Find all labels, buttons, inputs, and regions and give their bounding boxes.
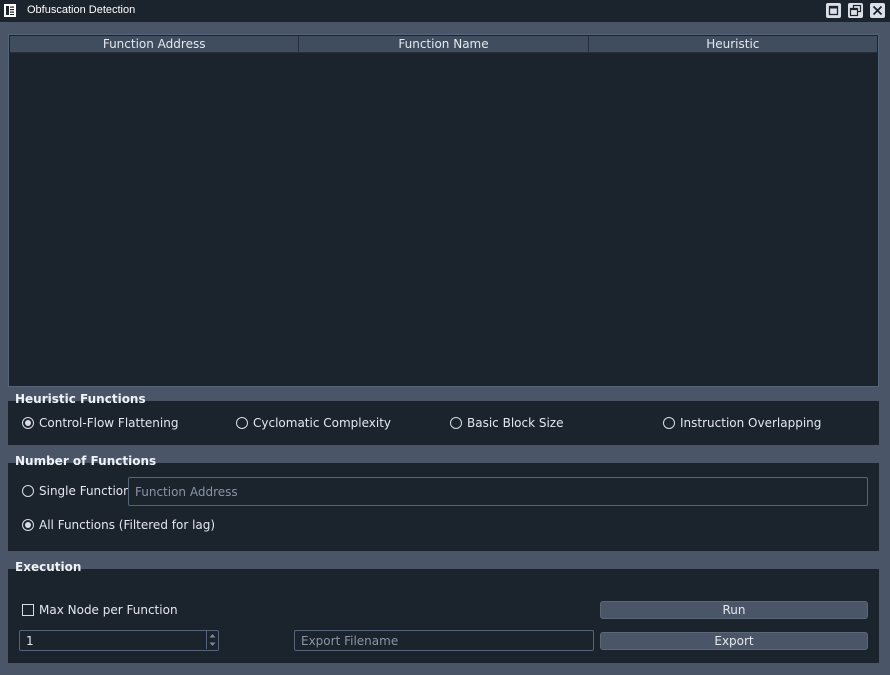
max-node-label: Max Node per Function [39,603,178,617]
radio-label: Basic Block Size [467,416,564,430]
heuristic-functions-title: Heuristic Functions [15,392,146,406]
run-button[interactable]: Run [600,601,868,619]
function-address-input[interactable] [128,477,868,506]
radio-label: Single Function [39,484,131,498]
maximize-button[interactable] [826,3,841,18]
close-button[interactable] [870,3,885,18]
export-filename-input[interactable] [294,630,594,651]
radio-instruction-overlapping[interactable]: Instruction Overlapping [663,416,821,430]
radio-single-function[interactable]: Single Function [22,484,131,498]
radio-label: All Functions (Filtered for lag) [39,518,216,532]
radio-basic-block-size[interactable]: Basic Block Size [450,416,564,430]
radio-label: Instruction Overlapping [680,416,822,430]
max-node-checkbox[interactable]: Max Node per Function [22,603,178,617]
radio-indicator [663,417,675,429]
restore-button[interactable] [848,3,863,18]
execution-title: Execution [15,560,82,574]
column-header-function-name[interactable]: Function Name [299,36,589,53]
title-bar: Obfuscation Detection [0,0,890,22]
radio-indicator [22,519,34,531]
number-of-functions-title: Number of Functions [15,454,157,468]
maximize-icon [828,5,839,16]
window-title: Obfuscation Detection [27,4,136,16]
table-header: Function Address Function Name Heuristic [10,36,877,53]
spin-up-icon[interactable] [207,631,218,640]
radio-all-functions[interactable]: All Functions (Filtered for lag) [22,518,215,532]
close-icon [872,5,883,16]
max-node-value-input[interactable] [19,630,219,651]
spin-arrows [206,631,218,649]
restore-icon [849,4,862,17]
app-icon [4,4,16,17]
radio-indicator [236,417,248,429]
column-header-heuristic[interactable]: Heuristic [588,36,877,53]
radio-cyclomatic-complexity[interactable]: Cyclomatic Complexity [236,416,391,430]
export-button[interactable]: Export [600,632,868,650]
radio-label: Cyclomatic Complexity [253,416,392,430]
results-table[interactable]: Function Address Function Name Heuristic [8,34,879,387]
radio-control-flow-flattening[interactable]: Control-Flow Flattening [22,416,178,430]
radio-label: Control-Flow Flattening [39,416,179,430]
checkbox-indicator [22,604,34,616]
column-header-function-address[interactable]: Function Address [10,36,300,53]
spin-down-icon[interactable] [207,640,218,649]
radio-indicator [22,485,34,497]
max-node-spinbox[interactable] [19,630,219,651]
radio-indicator [450,417,462,429]
radio-indicator [22,417,34,429]
